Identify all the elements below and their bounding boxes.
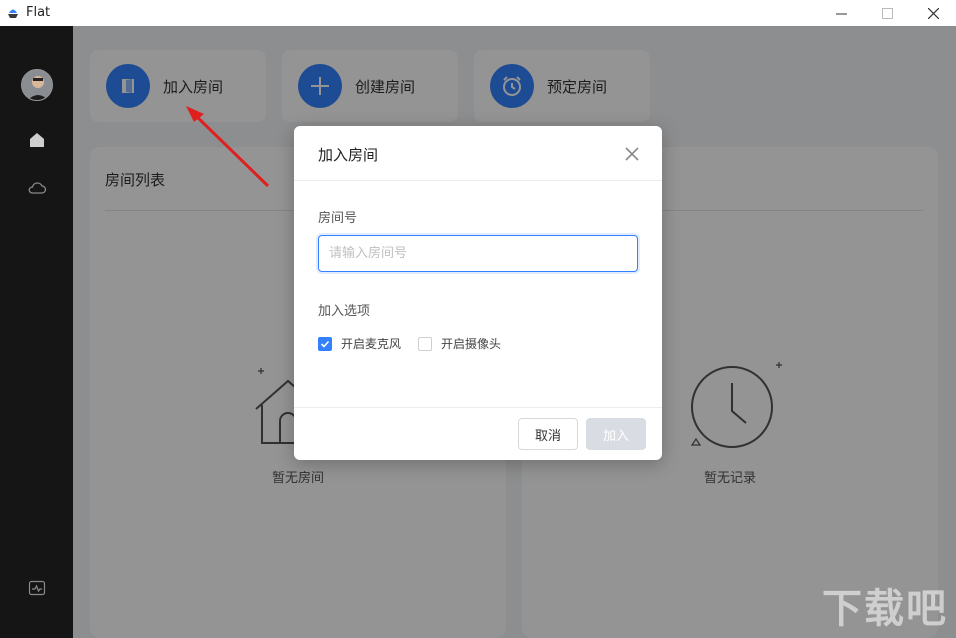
close-icon[interactable] [624,146,640,162]
maximize-icon [882,8,893,19]
dialog-title: 加入房间 [318,144,378,165]
room-number-input[interactable] [318,235,638,272]
home-icon[interactable] [27,130,47,150]
microphone-option-label: 开启麦克风 [341,335,401,352]
checkbox-unchecked-icon [418,337,432,351]
microphone-checkbox[interactable]: 开启麦克风 [318,335,401,352]
avatar[interactable] [21,69,53,101]
watermark: 下载吧 [822,576,948,634]
cancel-button[interactable]: 取消 [518,418,578,450]
close-window-button[interactable] [910,0,956,26]
activity-icon[interactable] [27,578,47,598]
close-icon [928,8,939,19]
sidebar [0,26,73,638]
join-button[interactable]: 加入 [586,418,646,450]
app-title: Flat [26,5,50,20]
camera-option-label: 开启摄像头 [441,335,501,352]
title-bar: Flat [0,0,956,26]
join-options-label: 加入选项 [318,300,370,319]
app-logo-icon [6,6,20,20]
dialog-header-divider [294,180,662,181]
minimize-icon [836,8,847,19]
dialog-footer-divider [294,407,662,408]
user-avatar-icon [22,70,53,101]
annotation-arrow-icon [178,100,278,194]
join-room-dialog: 加入房间 房间号 加入选项 开启麦克风 开启摄像头 取消 加入 [294,126,662,460]
minimize-button[interactable] [818,0,864,26]
cloud-icon[interactable] [27,178,47,198]
room-number-label: 房间号 [318,207,357,226]
checkbox-checked-icon [318,337,332,351]
camera-checkbox[interactable]: 开启摄像头 [418,335,501,352]
maximize-button[interactable] [864,0,910,26]
